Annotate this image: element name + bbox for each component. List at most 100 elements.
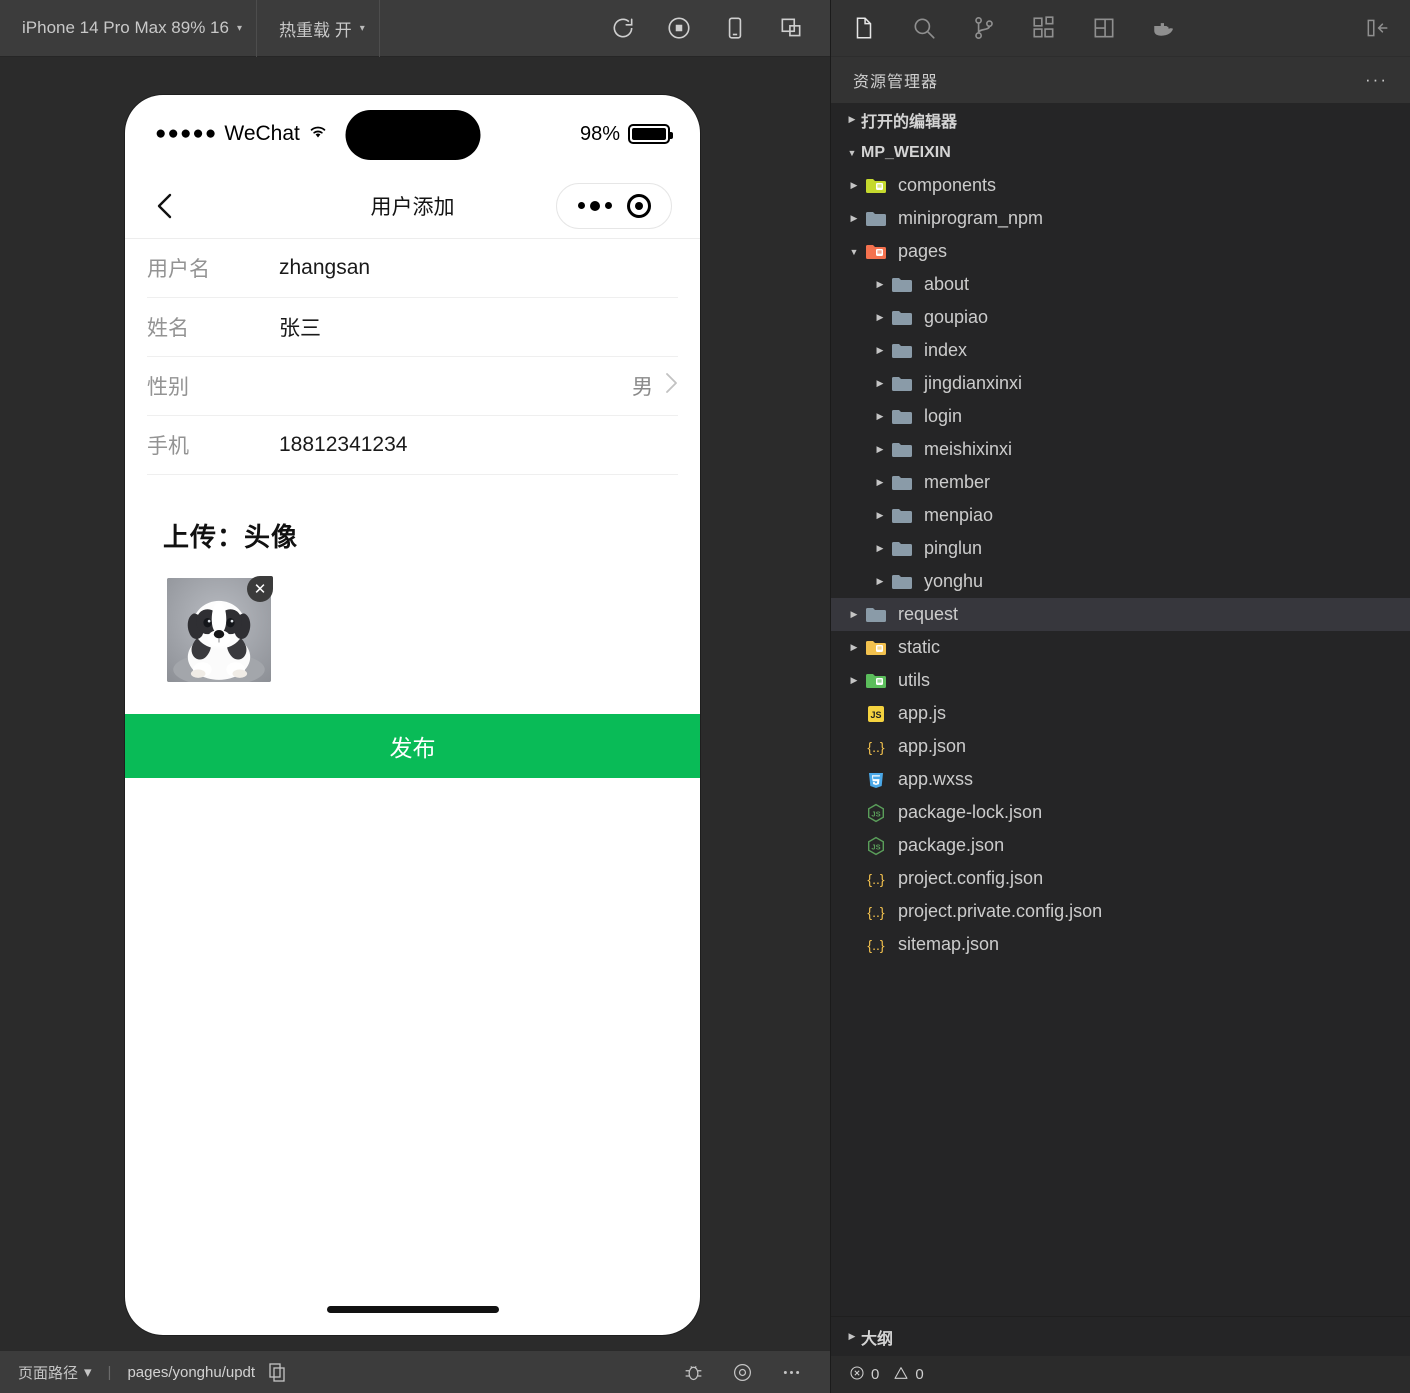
phone-icon[interactable]	[720, 13, 750, 43]
copy-icon[interactable]	[269, 1362, 286, 1382]
uploaded-image-item[interactable]: ✕	[167, 576, 273, 682]
tree-folder-miniprogram-npm[interactable]: ▶ miniprogram_npm	[831, 202, 1410, 235]
tree-folder-login[interactable]: ▶ login	[831, 400, 1410, 433]
section-workspace[interactable]: ▼ MP_WEIXIN	[831, 136, 1410, 169]
eye-icon[interactable]	[732, 1362, 753, 1383]
publish-button[interactable]: 发布	[125, 714, 700, 778]
tree-folder-pinglun[interactable]: ▶ pinglun	[831, 532, 1410, 565]
form-row-name[interactable]: 姓名 张三	[147, 298, 678, 357]
hot-reload-selector[interactable]: 热重载 开 ▾	[257, 0, 380, 57]
docker-icon[interactable]	[1147, 11, 1181, 45]
tree-file-project-private-config-json[interactable]: {..} project.private.config.json	[831, 895, 1410, 928]
form-row-username[interactable]: 用户名 zhangsan	[147, 239, 678, 298]
folder-plain-icon	[889, 275, 915, 295]
tree-item-label: static	[898, 637, 941, 657]
tree-file-package-lock-json[interactable]: JS package-lock.json	[831, 796, 1410, 829]
chevron-right-icon[interactable]: ▶	[845, 180, 863, 191]
section-open-editors[interactable]: ▶ 打开的编辑器	[831, 103, 1410, 136]
chevron-right-icon[interactable]: ▶	[871, 345, 889, 356]
tree-folder-goupiao[interactable]: ▶ goupiao	[831, 301, 1410, 334]
chevron-right-icon[interactable]: ▶	[871, 510, 889, 521]
tree-folder-request[interactable]: ▶ request	[831, 598, 1410, 631]
chevron-right-icon[interactable]: ▶	[871, 312, 889, 323]
tree-folder-pages[interactable]: ▼ pages	[831, 235, 1410, 268]
form-row-phone[interactable]: 手机 18812341234	[147, 416, 678, 475]
chevron-right-icon[interactable]: ▶	[871, 477, 889, 488]
wechat-capsule-button[interactable]	[556, 182, 672, 229]
upload-title: 上传：头像	[163, 522, 299, 552]
chevron-right-icon[interactable]: ▶	[871, 576, 889, 587]
chevron-right-icon[interactable]: ▶	[845, 675, 863, 686]
back-chevron-icon[interactable]	[153, 188, 189, 224]
folder-plain-icon	[889, 572, 915, 592]
tree-file-package-json[interactable]: JS package.json	[831, 829, 1410, 862]
folder-plain-icon	[889, 374, 915, 394]
tree-folder-menpiao[interactable]: ▶ menpiao	[831, 499, 1410, 532]
chevron-right-icon[interactable]: ▶	[871, 543, 889, 554]
chevron-right-icon[interactable]: ▶	[871, 378, 889, 389]
extensions-icon[interactable]	[1027, 11, 1061, 45]
tree-folder-utils[interactable]: ▶ utils	[831, 664, 1410, 697]
target-icon[interactable]	[626, 193, 651, 218]
more-icon[interactable]	[781, 1362, 802, 1383]
form-row-gender[interactable]: 性别 男	[147, 357, 678, 416]
tree-folder-about[interactable]: ▶ about	[831, 268, 1410, 301]
tree-folder-member[interactable]: ▶ member	[831, 466, 1410, 499]
folder-pages-icon	[863, 242, 889, 262]
tree-file-app-wxss[interactable]: app.wxss	[831, 763, 1410, 796]
tree-item-label: app.js	[898, 703, 947, 723]
chevron-right-icon	[665, 372, 678, 400]
page-path-selector[interactable]: 页面路径 ▾	[18, 1362, 92, 1383]
chevron-right-icon[interactable]: ▶	[845, 609, 863, 620]
tree-item-label: components	[898, 175, 997, 195]
simulator-bottom-bar: 页面路径 ▾ | pages/yonghu/updt	[0, 1350, 830, 1393]
folder-utils-icon	[863, 671, 889, 691]
problems-indicator[interactable]: 0 0	[849, 1365, 924, 1385]
tree-folder-static[interactable]: ▶ static	[831, 631, 1410, 664]
chevron-right-icon[interactable]: ▶	[845, 642, 863, 653]
simulator-stage: ●●●●● WeChat 98% 用户添加 用户名 zhangsan 姓名 张三…	[0, 57, 830, 1350]
section-outline[interactable]: ▶ 大纲	[831, 1316, 1410, 1356]
tree-file-app-js[interactable]: JS app.js	[831, 697, 1410, 730]
folder-plain-icon	[889, 506, 915, 526]
chevron-right-icon[interactable]: ▶	[871, 444, 889, 455]
wifi-icon	[308, 122, 328, 146]
form-picker-value-group[interactable]: 男	[632, 371, 678, 401]
split-layout-icon[interactable]	[1087, 11, 1121, 45]
explorer-icon[interactable]	[847, 11, 881, 45]
folder-plain-icon	[863, 209, 889, 229]
tree-item-label: package-lock.json	[898, 802, 1043, 822]
chevron-right-icon[interactable]: ▶	[871, 411, 889, 422]
tree-file-project-config-json[interactable]: {..} project.config.json	[831, 862, 1410, 895]
bug-icon[interactable]	[683, 1362, 704, 1383]
tree-file-sitemap-json[interactable]: {..} sitemap.json	[831, 928, 1410, 961]
remove-image-button[interactable]: ✕	[247, 576, 273, 602]
device-selector-label: iPhone 14 Pro Max 89% 16	[22, 18, 229, 37]
error-count: 0	[871, 1366, 880, 1383]
source-control-icon[interactable]	[967, 11, 1001, 45]
form-input-value[interactable]: zhangsan	[279, 256, 678, 280]
form-input-value[interactable]: 张三	[279, 312, 678, 342]
tree-file-app-json[interactable]: {..} app.json	[831, 730, 1410, 763]
stop-record-icon[interactable]	[664, 13, 694, 43]
refresh-icon[interactable]	[608, 13, 638, 43]
more-dots-icon[interactable]	[577, 200, 612, 211]
device-selector[interactable]: iPhone 14 Pro Max 89% 16 ▾	[0, 0, 257, 57]
chevron-right-icon[interactable]: ▶	[845, 213, 863, 224]
tree-folder-components[interactable]: ▶ components	[831, 169, 1410, 202]
tree-folder-meishixinxi[interactable]: ▶ meishixinxi	[831, 433, 1410, 466]
tree-item-label: index	[924, 340, 968, 360]
collapse-sidebar-icon[interactable]	[1360, 11, 1394, 45]
tree-item-label: pages	[898, 241, 948, 261]
multi-window-icon[interactable]	[776, 13, 806, 43]
panel-more-icon[interactable]: ···	[1365, 70, 1388, 90]
chevron-down-icon: ▾	[84, 1364, 92, 1381]
tree-folder-yonghu[interactable]: ▶ yonghu	[831, 565, 1410, 598]
tree-item-label: sitemap.json	[898, 934, 1000, 954]
chevron-right-icon[interactable]: ▶	[871, 279, 889, 290]
search-icon[interactable]	[907, 11, 941, 45]
form-input-value[interactable]: 18812341234	[279, 433, 678, 457]
tree-folder-jingdianxinxi[interactable]: ▶ jingdianxinxi	[831, 367, 1410, 400]
tree-folder-index[interactable]: ▶ index	[831, 334, 1410, 367]
chevron-down-icon[interactable]: ▼	[845, 247, 863, 257]
